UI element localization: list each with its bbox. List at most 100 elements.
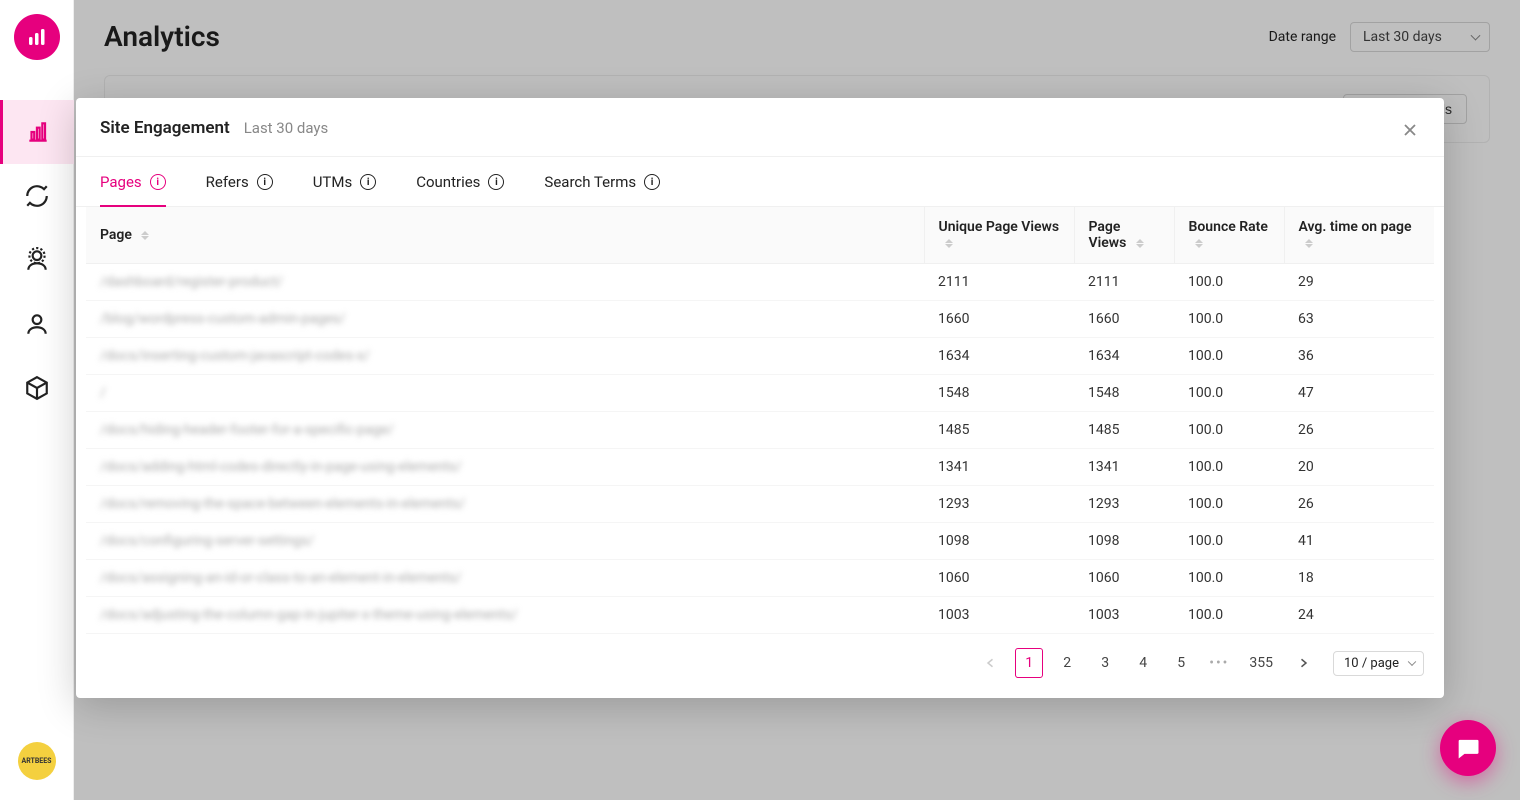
cube-icon (24, 375, 50, 401)
column-upv-label: Unique Page Views (939, 219, 1060, 235)
analytics-icon (25, 119, 51, 145)
nav-package[interactable] (0, 356, 74, 420)
cell-page[interactable]: /docs/inserting-custom-javascript-codes-… (86, 338, 924, 375)
pager-page-3[interactable]: 3 (1091, 648, 1119, 678)
table-row: /docs/adjusting-the-column-gap-in-jupite… (86, 597, 1434, 634)
cell-page[interactable]: /blog/wordpress-custom-admin-pages/ (86, 301, 924, 338)
cell-unique-views: 1293 (924, 486, 1074, 523)
info-icon[interactable]: i (488, 174, 504, 190)
cell-page-views: 2111 (1074, 264, 1174, 301)
page-size-select[interactable]: 10 / page (1333, 651, 1424, 676)
table-row: /docs/hiding-header-footer-for-a-specifi… (86, 412, 1434, 449)
pager-ellipsis[interactable]: ••• (1205, 655, 1233, 671)
cell-avg-time: 63 (1284, 301, 1434, 338)
modal-subtitle: Last 30 days (244, 119, 329, 137)
cell-avg-time: 24 (1284, 597, 1434, 634)
nav-user[interactable] (0, 292, 74, 356)
tab-utms-label: UTMs (313, 173, 353, 191)
sort-icon (1195, 239, 1203, 248)
column-page-views[interactable]: Page Views (1074, 207, 1174, 264)
cell-bounce-rate: 100.0 (1174, 301, 1284, 338)
chevron-right-icon (1297, 657, 1309, 669)
close-icon (1402, 122, 1418, 138)
chat-icon (1454, 734, 1482, 762)
bar-chart-icon (25, 25, 49, 49)
pager-page-last[interactable]: 355 (1243, 648, 1279, 678)
tab-search-terms[interactable]: Search Terms i (544, 157, 660, 207)
cell-bounce-rate: 100.0 (1174, 412, 1284, 449)
cell-page-views: 1634 (1074, 338, 1174, 375)
engagement-table: Page Unique Page Views Page Views Bounce… (86, 207, 1434, 634)
cell-unique-views: 1485 (924, 412, 1074, 449)
brand-badge[interactable]: ARTBEES (18, 742, 56, 780)
cell-avg-time: 29 (1284, 264, 1434, 301)
cell-avg-time: 41 (1284, 523, 1434, 560)
cell-page-views: 1293 (1074, 486, 1174, 523)
modal-close-button[interactable] (1396, 116, 1424, 144)
pager-prev[interactable] (977, 648, 1005, 678)
table-row: /blog/wordpress-custom-admin-pages/16601… (86, 301, 1434, 338)
table-row: /docs/adding-html-codes-directly-in-page… (86, 449, 1434, 486)
cell-page-views: 1660 (1074, 301, 1174, 338)
info-icon[interactable]: i (150, 174, 166, 190)
cell-page[interactable]: /dashboard/register-product/ (86, 264, 924, 301)
site-engagement-modal: Site Engagement Last 30 days Pages i Ref… (76, 98, 1444, 698)
cell-avg-time: 26 (1284, 486, 1434, 523)
column-br-label: Bounce Rate (1189, 219, 1268, 235)
cell-page-views: 1098 (1074, 523, 1174, 560)
tab-utms[interactable]: UTMs i (313, 157, 377, 207)
tab-pages-label: Pages (100, 173, 142, 191)
cell-unique-views: 1003 (924, 597, 1074, 634)
pager-page-4[interactable]: 4 (1129, 648, 1157, 678)
cell-page-views: 1341 (1074, 449, 1174, 486)
cell-page[interactable]: /docs/adding-html-codes-directly-in-page… (86, 449, 924, 486)
column-page[interactable]: Page (86, 207, 924, 264)
info-icon[interactable]: i (644, 174, 660, 190)
nav-user-settings[interactable] (0, 228, 74, 292)
cell-bounce-rate: 100.0 (1174, 523, 1284, 560)
cell-bounce-rate: 100.0 (1174, 597, 1284, 634)
table-row: /docs/configuring-server-settings/109810… (86, 523, 1434, 560)
cell-page-views: 1485 (1074, 412, 1174, 449)
cell-page[interactable]: / (86, 375, 924, 412)
cell-bounce-rate: 100.0 (1174, 560, 1284, 597)
cell-page[interactable]: /docs/configuring-server-settings/ (86, 523, 924, 560)
sort-icon (141, 231, 149, 240)
cell-bounce-rate: 100.0 (1174, 449, 1284, 486)
cell-page[interactable]: /docs/hiding-header-footer-for-a-specifi… (86, 412, 924, 449)
cell-unique-views: 1634 (924, 338, 1074, 375)
tab-refers[interactable]: Refers i (206, 157, 273, 207)
brand-logo[interactable] (14, 14, 60, 60)
cell-unique-views: 2111 (924, 264, 1074, 301)
user-gear-icon (24, 247, 50, 273)
pager-page-2[interactable]: 2 (1053, 648, 1081, 678)
info-icon[interactable]: i (257, 174, 273, 190)
cell-unique-views: 1341 (924, 449, 1074, 486)
chevron-left-icon (985, 657, 997, 669)
column-page-label: Page (100, 227, 132, 243)
pager-page-1[interactable]: 1 (1015, 648, 1043, 678)
sort-icon (1305, 239, 1313, 248)
cell-unique-views: 1660 (924, 301, 1074, 338)
cell-bounce-rate: 100.0 (1174, 486, 1284, 523)
cell-avg-time: 18 (1284, 560, 1434, 597)
modal-tabs: Pages i Refers i UTMs i Countries i Sear… (76, 157, 1444, 207)
nav-sync[interactable] (0, 164, 74, 228)
cell-page[interactable]: /docs/adjusting-the-column-gap-in-jupite… (86, 597, 924, 634)
cell-page[interactable]: /docs/assigning-an-id-or-class-to-an-ele… (86, 560, 924, 597)
pager-page-5[interactable]: 5 (1167, 648, 1195, 678)
column-avg-time[interactable]: Avg. time on page (1284, 207, 1434, 264)
cell-page[interactable]: /docs/removing-the-space-between-element… (86, 486, 924, 523)
cell-unique-views: 1060 (924, 560, 1074, 597)
cell-unique-views: 1098 (924, 523, 1074, 560)
column-pv-label: Page Views (1089, 219, 1127, 251)
column-bounce-rate[interactable]: Bounce Rate (1174, 207, 1284, 264)
column-unique-page-views[interactable]: Unique Page Views (924, 207, 1074, 264)
nav-analytics[interactable] (0, 100, 74, 164)
tab-countries[interactable]: Countries i (416, 157, 504, 207)
tab-pages[interactable]: Pages i (100, 157, 166, 207)
pager-next[interactable] (1289, 648, 1317, 678)
cell-avg-time: 26 (1284, 412, 1434, 449)
info-icon[interactable]: i (360, 174, 376, 190)
help-chat-button[interactable] (1440, 720, 1496, 776)
